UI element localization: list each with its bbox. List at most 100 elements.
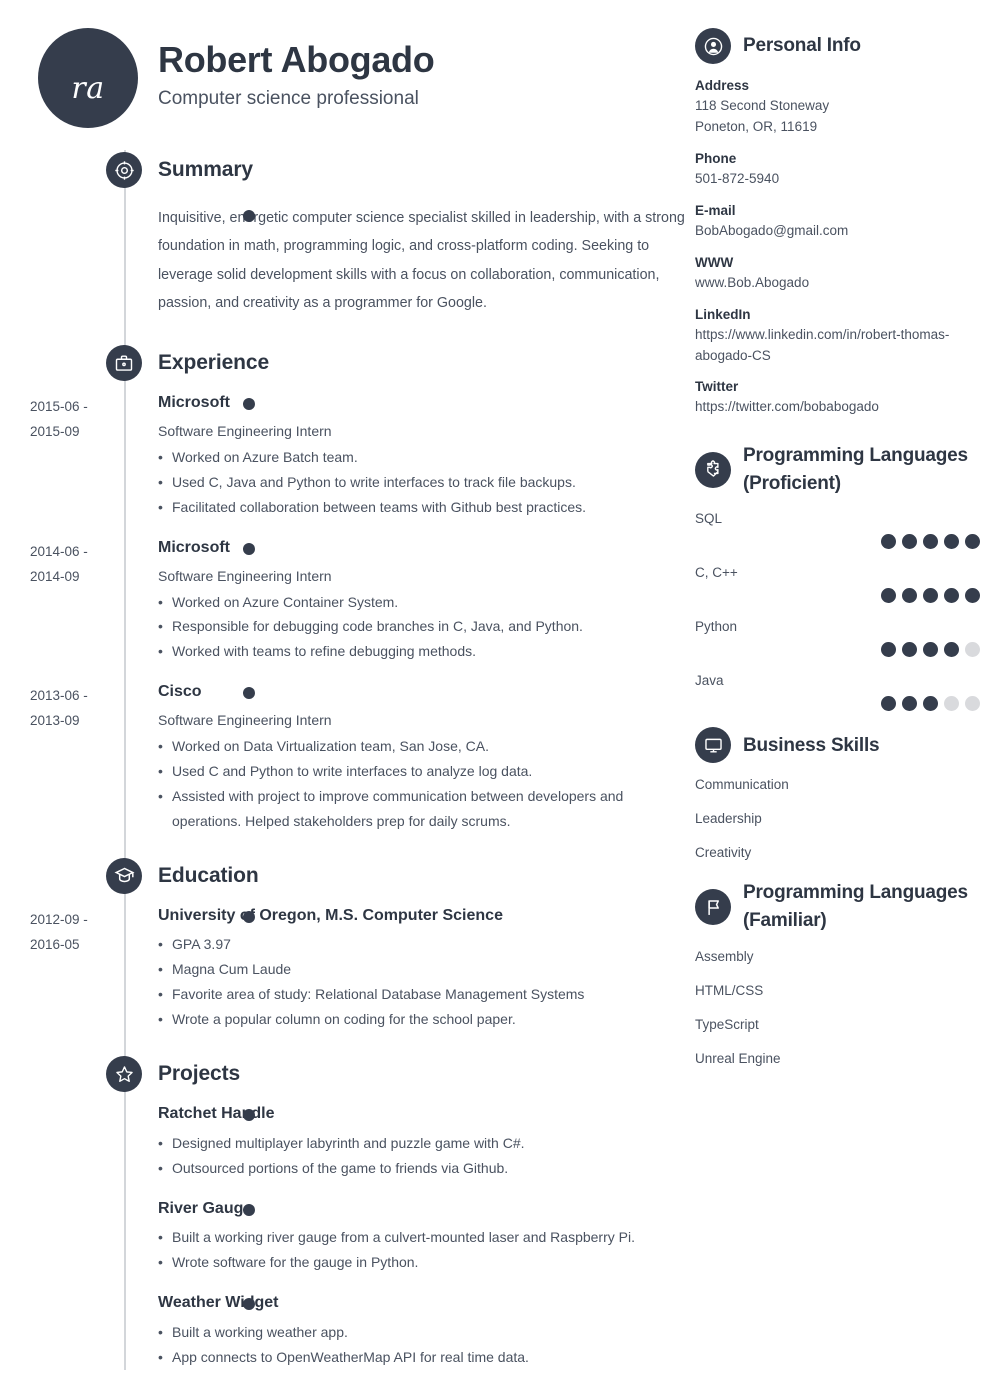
rating-dot-filled: [944, 588, 959, 604]
target-icon: [106, 152, 142, 188]
field-value-line: www.Bob.Abogado: [695, 274, 810, 290]
entry-date-range: 2015-06 - 2015-09: [0, 393, 124, 520]
business-skill-item: Communication: [695, 777, 789, 793]
personal-info-field: LinkedIn https://www.linkedin.com/in/robe…: [695, 307, 980, 367]
entry-title: Microsoft: [158, 538, 230, 556]
timeline-dot: [243, 542, 255, 555]
entry-date-range: [0, 1293, 124, 1370]
business-skill-item: Leadership: [695, 811, 762, 827]
entry-date-range: [0, 1104, 124, 1181]
rating-dot-filled: [902, 588, 917, 604]
rating-dot-empty: [965, 642, 980, 658]
field-label: E-mail: [695, 202, 736, 218]
experience-header: Experience: [106, 343, 690, 383]
timeline-dot: [243, 210, 255, 222]
business-skill-item: Creativity: [695, 845, 752, 861]
avatar-initials: ra: [71, 71, 105, 106]
field-label: Address: [695, 78, 750, 93]
sidebar-personal-info: Personal Info Address 118 Second Stoneway…: [695, 28, 980, 418]
timeline-dot: [243, 1109, 255, 1122]
entry-body: Ratchet Handle Designed multiplayer labyr…: [124, 1104, 690, 1181]
entry-body: Weather Widget Built a working weather ap…: [124, 1293, 690, 1370]
entry-bullet: Assisted with project to improve communi…: [158, 784, 690, 834]
rating-dot-empty: [944, 696, 959, 712]
personal-info-field: Address 118 Second Stoneway Poneton, OR, 1…: [695, 78, 980, 138]
entry-date-start: 2014-06 -: [30, 543, 88, 559]
personal-info-field: Twitter https://twitter.com/bobabogado: [695, 379, 980, 418]
rating-dot-filled: [902, 696, 917, 712]
entry-date-end: 2013-09: [30, 713, 80, 729]
skill-row: C, C++: [695, 565, 980, 604]
briefcase-icon: [106, 345, 142, 382]
entry-bullet-list: Built a working weather app.App connects…: [158, 1320, 690, 1370]
entry-subtitle: Software Engineering Intern: [158, 422, 332, 439]
timeline-entry: Ratchet Handle Designed multiplayer labyr…: [0, 1104, 690, 1181]
rating-dot-filled: [923, 588, 938, 604]
skill-rating: [695, 642, 980, 658]
languages-proficient-header: Programming Languages (Proficient): [695, 442, 980, 497]
rating-dot-filled: [902, 642, 917, 658]
entry-date-start: 2015-06 -: [30, 399, 88, 415]
entry-bullet: Outsourced portions of the game to frien…: [158, 1156, 690, 1181]
entry-title: Weather Widget: [158, 1294, 279, 1312]
familiar-language-item: Assembly: [695, 948, 754, 964]
entry-bullet: GPA 3.97: [158, 932, 690, 957]
skill-name: Java: [695, 673, 724, 689]
field-label: Phone: [695, 150, 737, 166]
timeline-entry: 2014-06 - 2014-09 Microsoft Software Engine…: [0, 538, 690, 665]
field-value-line: 118 Second Stoneway: [695, 98, 830, 113]
field-value: https://twitter.com/bobabogado: [695, 397, 980, 418]
entry-date-range: 2012-09 - 2016-05: [0, 906, 124, 1032]
rating-dot-filled: [902, 534, 917, 550]
rating-dot-filled: [965, 588, 980, 604]
rating-dot-filled: [944, 534, 959, 550]
section-projects: Projects Ratchet Handle Designed multipla…: [0, 1054, 690, 1370]
field-value-line: https://www.linkedin.com/in/robert-thoma…: [695, 326, 950, 363]
timeline-dot: [243, 910, 255, 923]
personal-info-header: Personal Info: [695, 28, 980, 64]
timeline-entry: 2013-06 - 2013-09 Cisco Software Engineerin…: [0, 682, 690, 833]
section-title: Projects: [158, 1062, 241, 1086]
timeline-entry: River Gauge Built a working river gauge f…: [0, 1199, 690, 1276]
entry-bullet-list: Worked on Azure Batch team.Used C, Java …: [158, 445, 690, 520]
summary-dates: [0, 204, 124, 317]
sidebar-section-title: Programming Languages (Proficient): [743, 445, 968, 494]
sidebar-section-title: Business Skills: [743, 734, 880, 756]
entry-bullet-list: Built a working river gauge from a culve…: [158, 1225, 690, 1275]
field-value: 118 Second Stoneway Poneton, OR, 11619: [695, 96, 980, 138]
summary-body: Inquisitive, energetic computer science …: [124, 204, 690, 317]
personal-info-field: Phone 501-872-5940: [695, 151, 980, 190]
entry-body: Microsoft Software Engineering Intern Work…: [124, 538, 690, 665]
entry-subtitle: Software Engineering Intern: [158, 567, 332, 584]
avatar: ra: [38, 28, 138, 128]
section-title: Summary: [158, 158, 254, 181]
entry-bullet: Worked on Data Virtualization team, San …: [158, 734, 690, 759]
education-entries: 2012-09 - 2016-05 University of Oregon, M.…: [0, 906, 690, 1032]
entry-bullet: Worked with teams to refine debugging me…: [158, 639, 690, 664]
field-value-line: https://twitter.com/bobabogado: [695, 399, 879, 415]
person-icon: [695, 28, 731, 64]
entry-title: Cisco: [158, 683, 202, 701]
field-value-line: 501-872-5940: [695, 170, 780, 186]
monitor-icon: [695, 727, 731, 764]
skill-rating: [695, 588, 980, 604]
business-skills-list: Communication Leadership Creativity: [695, 777, 980, 860]
sidebar-languages-proficient: Programming Languages (Proficient) SQL C,…: [695, 442, 980, 712]
entry-title: Microsoft: [158, 394, 230, 412]
entry-bullet-list: GPA 3.97Magna Cum LaudeFavorite area of …: [158, 932, 690, 1032]
name-block: Robert Abogado Computer science professi…: [158, 28, 435, 110]
section-summary: Summary Inquisitive, energetic computer …: [0, 150, 690, 317]
projects-header: Projects: [106, 1054, 690, 1094]
rating-dot-empty: [965, 696, 980, 712]
entry-bullet-list: Designed multiplayer labyrinth and puzzl…: [158, 1131, 690, 1181]
graduation-cap-icon: [106, 857, 142, 894]
resume-header: ra Robert Abogado Computer science profe…: [0, 0, 690, 128]
summary-entry: Inquisitive, energetic computer science …: [0, 204, 690, 317]
field-label: WWW: [695, 254, 734, 270]
skill-name: Python: [695, 619, 738, 635]
flag-icon: [695, 889, 731, 926]
timeline-entry: Weather Widget Built a working weather ap…: [0, 1293, 690, 1370]
skill-row: Java: [695, 673, 980, 712]
field-value: https://www.linkedin.com/in/robert-thoma…: [695, 325, 980, 367]
familiar-language-item: TypeScript: [695, 1016, 759, 1032]
